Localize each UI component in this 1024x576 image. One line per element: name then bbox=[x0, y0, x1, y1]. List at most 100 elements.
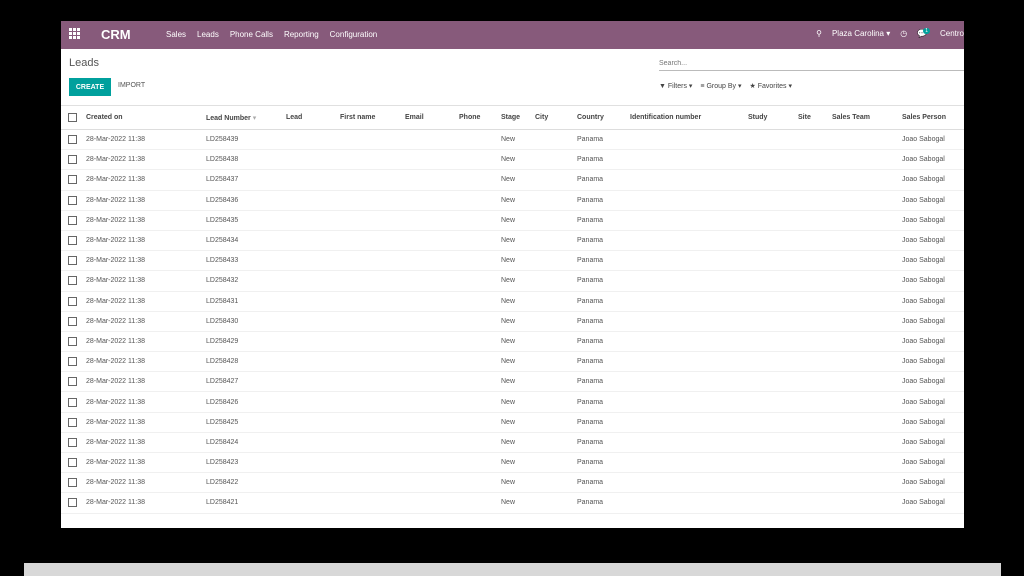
cell-first-name bbox=[340, 210, 405, 231]
cell-identification-number bbox=[630, 149, 748, 171]
col-phone[interactable]: Phone bbox=[459, 106, 501, 130]
row-checkbox[interactable] bbox=[61, 270, 86, 292]
table-row[interactable]: 28-Mar-2022 11:38 LD258432 New Panama Joao S… bbox=[61, 270, 964, 292]
row-checkbox[interactable] bbox=[61, 129, 86, 151]
favorites-dropdown[interactable]: ★ Favorites ▾ bbox=[750, 82, 793, 90]
table-row[interactable]: 28-Mar-2022 11:38 LD258437 New Panama Joao S… bbox=[61, 169, 964, 191]
filters-dropdown[interactable]: ▼ Filters ▾ bbox=[659, 82, 692, 90]
table-row[interactable]: 28-Mar-2022 11:38 LD258438 New Panama Joao S… bbox=[61, 149, 964, 171]
col-study[interactable]: Study bbox=[748, 106, 798, 130]
row-checkbox[interactable] bbox=[61, 371, 86, 393]
col-stage[interactable]: Stage bbox=[501, 106, 535, 130]
table-row[interactable]: 28-Mar-2022 11:38 LD258436 New Panama Joao S… bbox=[61, 190, 964, 211]
cell-site bbox=[798, 371, 832, 393]
table-row[interactable]: 28-Mar-2022 11:38 LD258433 New Panama Joao S… bbox=[61, 250, 964, 272]
cell-phone bbox=[459, 452, 501, 474]
search-input[interactable] bbox=[659, 56, 964, 71]
col-created-on[interactable]: Created on bbox=[86, 106, 206, 130]
cell-sales-person: Joao Sabogal bbox=[902, 331, 964, 353]
table-row[interactable]: 28-Mar-2022 11:38 LD258424 New Panama Joao S… bbox=[61, 432, 964, 454]
table-row[interactable]: 28-Mar-2022 11:38 LD258426 New Panama Joao S… bbox=[61, 391, 964, 413]
table-row[interactable]: 28-Mar-2022 11:38 LD258427 New Panama Joao S… bbox=[61, 371, 964, 393]
menu-reporting[interactable]: Reporting bbox=[284, 30, 319, 39]
cell-country: Panama bbox=[577, 432, 630, 454]
col-sales-person[interactable]: Sales Person bbox=[902, 106, 964, 130]
cell-first-name bbox=[340, 311, 405, 332]
cell-lead-number: LD258431 bbox=[206, 291, 286, 312]
col-site[interactable]: Site bbox=[798, 106, 832, 130]
cell-city bbox=[535, 270, 577, 292]
cell-study bbox=[748, 391, 798, 413]
import-button[interactable]: IMPORT bbox=[118, 82, 145, 89]
cell-email bbox=[405, 371, 459, 393]
menu-leads[interactable]: Leads bbox=[197, 30, 219, 39]
row-checkbox[interactable] bbox=[61, 432, 86, 454]
col-email[interactable]: Email bbox=[405, 106, 459, 130]
row-checkbox[interactable] bbox=[61, 472, 86, 494]
select-all-checkbox[interactable] bbox=[61, 106, 86, 130]
cell-study bbox=[748, 371, 798, 393]
apps-grid-icon[interactable] bbox=[69, 28, 81, 40]
cell-created-on: 28-Mar-2022 11:38 bbox=[86, 412, 206, 433]
menu-phone-calls[interactable]: Phone Calls bbox=[230, 30, 273, 39]
groupby-dropdown[interactable]: ≡ Group By ▾ bbox=[700, 82, 741, 90]
cell-city bbox=[535, 351, 577, 373]
user-menu[interactable]: Centro bbox=[940, 29, 964, 38]
company-switcher[interactable]: Plaza Carolina ▾ bbox=[832, 29, 890, 38]
cell-sales-person: Joao Sabogal bbox=[902, 351, 964, 373]
row-checkbox[interactable] bbox=[61, 210, 86, 231]
row-checkbox[interactable] bbox=[61, 190, 86, 211]
search-icon[interactable]: ⚲ bbox=[816, 29, 822, 38]
cell-first-name bbox=[340, 250, 405, 272]
cell-stage: New bbox=[501, 250, 535, 272]
cell-study bbox=[748, 331, 798, 353]
menu-sales[interactable]: Sales bbox=[166, 30, 186, 39]
table-row[interactable]: 28-Mar-2022 11:38 LD258430 New Panama Joao S… bbox=[61, 311, 964, 332]
row-checkbox[interactable] bbox=[61, 250, 86, 272]
row-checkbox[interactable] bbox=[61, 291, 86, 312]
cell-email bbox=[405, 311, 459, 332]
cell-identification-number bbox=[630, 492, 748, 514]
row-checkbox[interactable] bbox=[61, 412, 86, 433]
table-row[interactable]: 28-Mar-2022 11:38 LD258422 New Panama Joao S… bbox=[61, 472, 964, 494]
row-checkbox[interactable] bbox=[61, 311, 86, 332]
create-button[interactable]: CREATE bbox=[69, 78, 111, 96]
cell-city bbox=[535, 311, 577, 332]
row-checkbox[interactable] bbox=[61, 492, 86, 514]
col-first-name[interactable]: First name bbox=[340, 106, 405, 130]
table-row[interactable]: 28-Mar-2022 11:38 LD258421 New Panama Joao S… bbox=[61, 492, 964, 514]
menu-configuration[interactable]: Configuration bbox=[330, 30, 378, 39]
cell-study bbox=[748, 472, 798, 494]
col-lead-number[interactable]: Lead Number ▾ bbox=[206, 106, 286, 130]
row-checkbox[interactable] bbox=[61, 391, 86, 413]
cell-lead bbox=[286, 412, 340, 433]
col-city[interactable]: City bbox=[535, 106, 577, 130]
row-checkbox[interactable] bbox=[61, 331, 86, 353]
table-row[interactable]: 28-Mar-2022 11:38 LD258428 New Panama Joao S… bbox=[61, 351, 964, 373]
app-brand[interactable]: CRM bbox=[101, 27, 131, 42]
cell-sales-team bbox=[832, 169, 902, 191]
col-identification-number[interactable]: Identification number bbox=[630, 106, 748, 130]
row-checkbox[interactable] bbox=[61, 149, 86, 171]
clock-icon[interactable]: ◷ bbox=[900, 29, 907, 38]
cell-city bbox=[535, 391, 577, 413]
cell-study bbox=[748, 412, 798, 433]
table-row[interactable]: 28-Mar-2022 11:38 LD258435 New Panama Joao S… bbox=[61, 210, 964, 231]
table-row[interactable]: 28-Mar-2022 11:38 LD258439 New Panama Joao S… bbox=[61, 129, 964, 151]
cell-city bbox=[535, 331, 577, 353]
cell-study bbox=[748, 169, 798, 191]
row-checkbox[interactable] bbox=[61, 351, 86, 373]
row-checkbox[interactable] bbox=[61, 230, 86, 252]
messaging-menu[interactable]: 💬1 bbox=[917, 28, 930, 38]
cell-stage: New bbox=[501, 432, 535, 454]
col-country[interactable]: Country bbox=[577, 106, 630, 130]
table-row[interactable]: 28-Mar-2022 11:38 LD258429 New Panama Joao S… bbox=[61, 331, 964, 353]
table-row[interactable]: 28-Mar-2022 11:38 LD258434 New Panama Joao S… bbox=[61, 230, 964, 252]
table-row[interactable]: 28-Mar-2022 11:38 LD258431 New Panama Joao S… bbox=[61, 291, 964, 312]
table-row[interactable]: 28-Mar-2022 11:38 LD258425 New Panama Joao S… bbox=[61, 412, 964, 433]
col-lead[interactable]: Lead bbox=[286, 106, 340, 130]
row-checkbox[interactable] bbox=[61, 452, 86, 474]
table-row[interactable]: 28-Mar-2022 11:38 LD258423 New Panama Joao S… bbox=[61, 452, 964, 474]
row-checkbox[interactable] bbox=[61, 169, 86, 191]
col-sales-team[interactable]: Sales Team bbox=[832, 106, 902, 130]
